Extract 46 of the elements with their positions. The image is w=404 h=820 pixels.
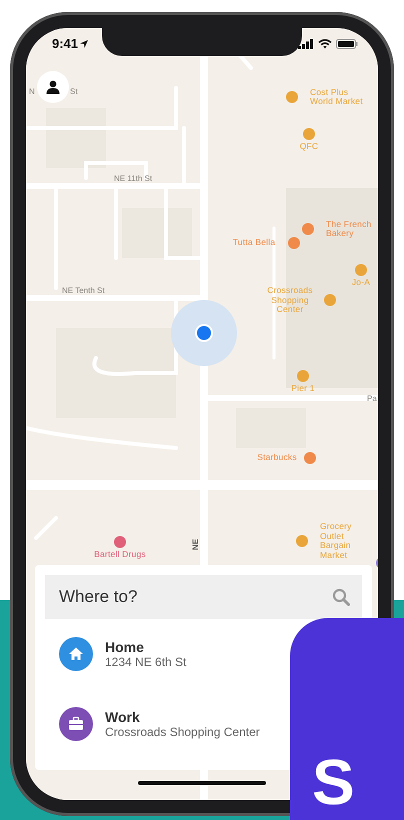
logo-text: S bbox=[312, 750, 355, 814]
person-icon bbox=[46, 80, 60, 94]
saved-place-item[interactable]: Work Crossroads Shopping Center bbox=[45, 689, 260, 759]
place-title: Work bbox=[105, 709, 141, 725]
place-label: The French Bakery bbox=[326, 220, 372, 238]
place-label: Starbucks bbox=[256, 453, 298, 463]
place-pin-icon[interactable] bbox=[288, 237, 300, 249]
place-pin-icon[interactable] bbox=[296, 535, 308, 547]
place-pin-icon[interactable] bbox=[297, 370, 309, 382]
place-label: Pier 1 bbox=[290, 384, 316, 394]
place-label: Bartell Drugs bbox=[93, 550, 147, 560]
place-pin-icon[interactable] bbox=[114, 536, 126, 548]
place-pin-icon[interactable] bbox=[355, 264, 367, 276]
wifi-icon bbox=[318, 38, 332, 48]
place-label: Jo-A bbox=[350, 278, 372, 288]
city-block bbox=[46, 108, 106, 168]
search-field[interactable]: Where to? bbox=[45, 575, 362, 619]
house-icon bbox=[59, 637, 93, 671]
place-pin-icon[interactable] bbox=[324, 294, 336, 306]
place-label: Cost Plus World Market bbox=[310, 88, 364, 106]
place-pin-icon[interactable] bbox=[303, 128, 315, 140]
status-time: 9:41 bbox=[52, 36, 78, 51]
city-block bbox=[122, 208, 192, 258]
place-address: 1234 NE 6th St bbox=[105, 655, 186, 669]
street-label: NE Tenth St bbox=[62, 286, 105, 295]
briefcase-icon bbox=[59, 707, 93, 741]
street-label: N bbox=[29, 87, 35, 96]
location-arrow-icon bbox=[80, 40, 88, 48]
place-address: Crossroads Shopping Center bbox=[105, 725, 260, 739]
place-title: Home bbox=[105, 639, 145, 655]
battery-icon bbox=[336, 38, 358, 48]
place-pin-icon[interactable] bbox=[304, 452, 316, 464]
search-icon bbox=[332, 588, 350, 606]
street-label: NE 11th St bbox=[114, 174, 152, 183]
street-label: Pa bbox=[367, 394, 377, 403]
place-pin-icon[interactable] bbox=[302, 223, 314, 235]
place-label: Tutta Bella bbox=[232, 238, 276, 248]
street-label: NE bbox=[191, 538, 200, 550]
place-label: Grocery Outlet Bargain Market bbox=[320, 522, 353, 560]
place-label: QFC bbox=[298, 142, 320, 152]
signal-icon bbox=[298, 38, 314, 48]
current-location-icon bbox=[171, 300, 237, 366]
street-label: St bbox=[70, 87, 78, 96]
place-label: Crossroads Shopping Center bbox=[266, 286, 314, 314]
saved-place-item[interactable]: Home 1234 NE 6th St bbox=[45, 619, 186, 689]
place-pin-icon[interactable] bbox=[286, 91, 298, 103]
